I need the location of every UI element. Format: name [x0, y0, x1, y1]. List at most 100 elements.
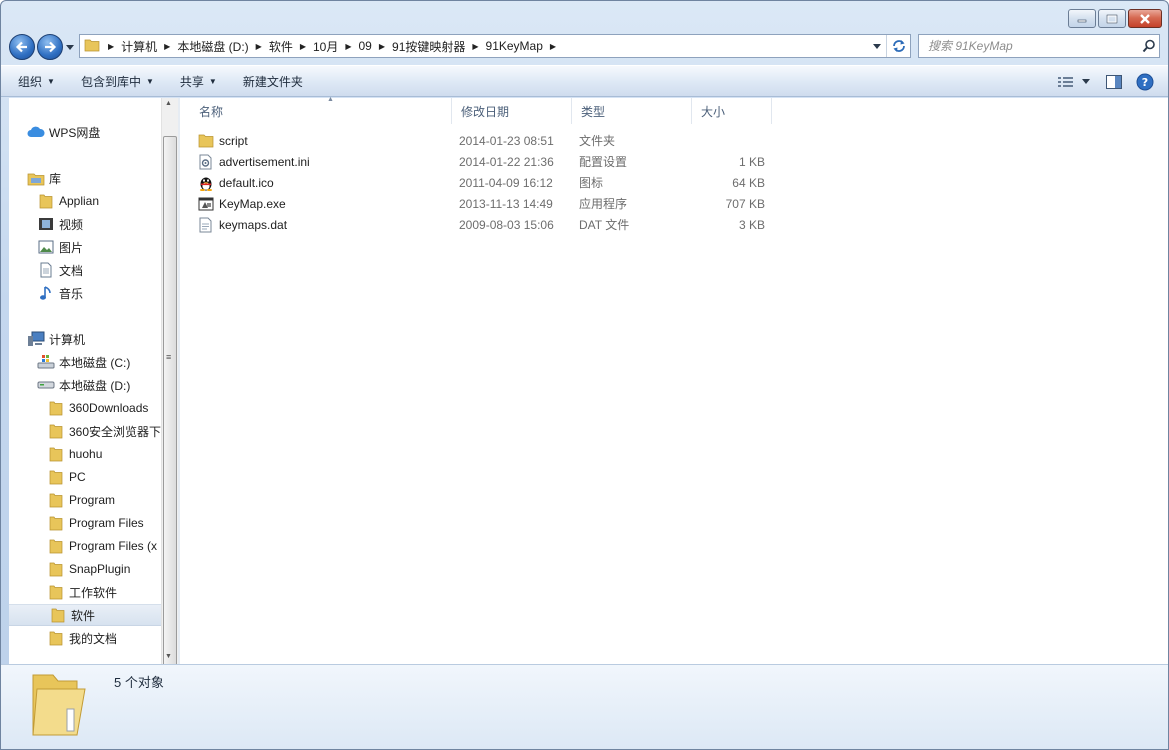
folder-icon [37, 193, 55, 209]
sidebar-item-label: huohu [69, 447, 103, 461]
sidebar-folder-program-files-x86[interactable]: Program Files (x [47, 535, 157, 557]
breadcrumb-91keymap[interactable]: 91KeyMap [482, 35, 547, 57]
address-bar[interactable]: ▶ 计算机 ▶ 本地磁盘 (D:) ▶ 软件 ▶ 10月 ▶ 09 ▶ 91按键… [79, 34, 911, 58]
table-row[interactable]: KeyMap.exe 2013-11-13 14:49 应用程序 707 KB [190, 193, 770, 214]
breadcrumb-computer[interactable]: 计算机 [117, 35, 161, 57]
folder-icon [47, 515, 65, 531]
table-row[interactable]: keymaps.dat 2009-08-03 15:06 DAT 文件 3 KB [190, 214, 770, 235]
breadcrumb-october[interactable]: 10月 [309, 35, 342, 57]
sidebar-item-computer[interactable]: 计算机 [27, 328, 85, 350]
column-header-modified[interactable]: 修改日期 [452, 98, 572, 124]
caption-buttons [1068, 9, 1162, 28]
chevron-right-icon[interactable]: ▶ [297, 42, 309, 51]
chevron-down-icon: ▼ [208, 76, 217, 86]
sidebar-item-library[interactable]: 库 [27, 167, 61, 189]
search-icon[interactable] [1139, 39, 1159, 53]
include-in-library-button[interactable]: 包含到库中 ▼ [72, 69, 163, 93]
breadcrumb-91-keymapper[interactable]: 91按键映射器 [388, 35, 469, 57]
toolbar-right: ? [1058, 70, 1154, 94]
scrollbar-thumb[interactable] [163, 136, 177, 684]
sidebar-item-label: 本地磁盘 (D:) [59, 378, 131, 393]
close-button[interactable] [1128, 9, 1162, 28]
sidebar-folder-pc[interactable]: PC [47, 466, 86, 488]
sidebar-item-applian[interactable]: Applian [37, 190, 99, 212]
chevron-right-icon[interactable]: ▶ [342, 42, 354, 51]
column-header-size[interactable]: 大小 [692, 98, 772, 124]
file-type: 文件夹 [579, 134, 616, 148]
cloud-icon [27, 124, 45, 140]
address-history-dropdown[interactable] [870, 35, 884, 57]
table-row[interactable]: default.ico 2011-04-09 16:12 图标 64 KB [190, 172, 770, 193]
organize-button[interactable]: 组织 ▼ [9, 69, 64, 93]
column-header-label: 名称 [199, 104, 224, 119]
maximize-button[interactable] [1098, 9, 1126, 28]
navigation-scrollbar[interactable]: ▲ ≡ ▼ [161, 98, 178, 684]
table-row[interactable]: script 2014-01-23 08:51 文件夹 [190, 130, 770, 151]
back-button[interactable] [9, 34, 35, 60]
sidebar-folder-360downloads[interactable]: 360Downloads [47, 397, 148, 419]
minimize-button[interactable] [1068, 9, 1096, 28]
sidebar-folder-huohu[interactable]: huohu [47, 443, 102, 465]
sidebar-folder-work-software[interactable]: 工作软件 [47, 581, 117, 603]
sidebar-item-label: 360安全浏览器下 [69, 424, 161, 439]
sidebar-item-label: WPS网盘 [49, 125, 101, 140]
table-row[interactable]: advertisement.ini 2014-01-22 21:36 配置设置 … [190, 151, 770, 172]
sidebar-folder-360browser[interactable]: 360安全浏览器下 [47, 420, 161, 442]
file-name: advertisement.ini [219, 154, 310, 169]
sidebar-folder-program[interactable]: Program [47, 489, 115, 511]
search-input[interactable] [919, 36, 1139, 56]
column-header-type[interactable]: 类型 [572, 98, 692, 124]
help-icon: ? [1136, 73, 1154, 91]
refresh-icon [892, 40, 905, 52]
file-type: 配置设置 [579, 155, 628, 169]
chevron-right-icon[interactable]: ▶ [161, 42, 173, 51]
share-button[interactable]: 共享 ▼ [171, 69, 226, 93]
computer-icon [27, 331, 45, 347]
folder-icon [47, 561, 65, 577]
chevron-right-icon[interactable]: ▶ [469, 42, 481, 51]
sidebar-folder-snapplugin[interactable]: SnapPlugin [47, 558, 130, 580]
sidebar-item-pictures[interactable]: 图片 [37, 236, 83, 258]
video-icon [37, 216, 55, 232]
folder-icon [47, 584, 65, 600]
sidebar-item-music[interactable]: 音乐 [37, 282, 83, 304]
chevron-right-icon[interactable]: ▶ [105, 42, 117, 51]
exe-file-icon [198, 196, 214, 212]
recent-pages-dropdown[interactable] [65, 44, 75, 50]
sidebar-folder-program-files[interactable]: Program Files [47, 512, 144, 534]
drive-icon [37, 377, 55, 393]
chevron-right-icon[interactable]: ▶ [547, 42, 559, 51]
file-type: DAT 文件 [579, 218, 630, 232]
view-options-button[interactable] [1058, 70, 1092, 94]
forward-button[interactable] [37, 34, 63, 60]
include-in-library-label: 包含到库中 [80, 74, 141, 89]
breadcrumb-drive-d[interactable]: 本地磁盘 (D:) [173, 35, 252, 57]
folder-icon [47, 446, 65, 462]
help-button[interactable]: ? [1136, 70, 1154, 94]
chevron-down-icon [873, 43, 881, 49]
sidebar-item-label: 我的文档 [69, 631, 118, 646]
new-folder-button[interactable]: 新建文件夹 [234, 69, 312, 93]
chevron-right-icon[interactable]: ▶ [253, 42, 265, 51]
sidebar-folder-software[interactable]: 软件 [9, 604, 161, 626]
sidebar-item-drive-d[interactable]: 本地磁盘 (D:) [37, 374, 130, 396]
file-size: 3 KB [738, 217, 765, 232]
sidebar-item-videos[interactable]: 视频 [37, 213, 83, 235]
sidebar-item-documents[interactable]: 文档 [37, 259, 83, 281]
file-name-cell: KeyMap.exe [198, 196, 286, 212]
sidebar-item-drive-c[interactable]: 本地磁盘 (C:) [37, 351, 130, 373]
file-name-cell: script [198, 133, 248, 149]
scroll-down-icon[interactable]: ▼ [165, 653, 172, 660]
sidebar-item-wps[interactable]: WPS网盘 [27, 121, 100, 143]
qq-penguin-icon [198, 175, 214, 191]
refresh-button[interactable] [886, 35, 910, 57]
column-header-name[interactable]: ▲ 名称 [190, 96, 452, 124]
breadcrumb-software[interactable]: 软件 [265, 35, 297, 57]
sidebar-folder-my-documents[interactable]: 我的文档 [47, 627, 117, 649]
file-name-cell: keymaps.dat [198, 217, 287, 233]
column-header-label: 修改日期 [461, 104, 510, 119]
breadcrumb-09[interactable]: 09 [355, 35, 376, 57]
scroll-up-icon[interactable]: ▲ [165, 100, 172, 107]
chevron-right-icon[interactable]: ▶ [376, 42, 388, 51]
preview-pane-button[interactable] [1106, 70, 1122, 94]
